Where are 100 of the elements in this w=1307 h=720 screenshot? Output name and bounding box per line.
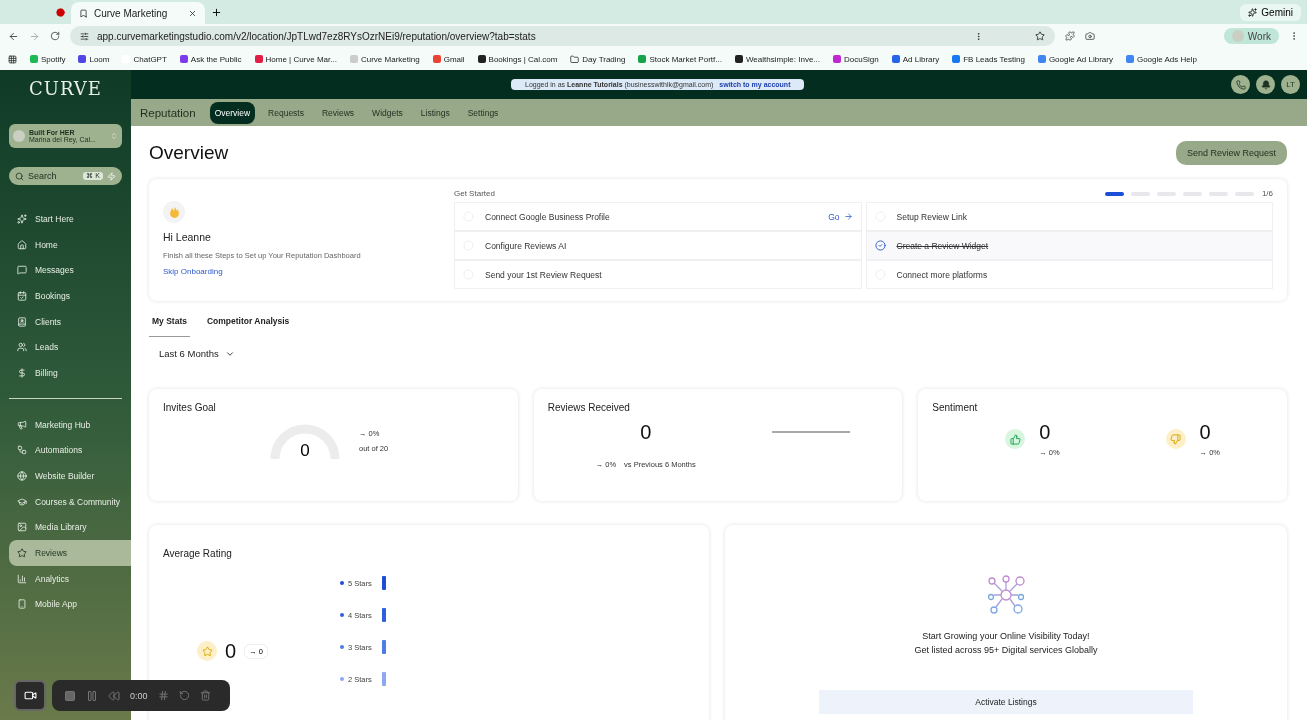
bookmark[interactable]: Google Ads Help [1125,54,1197,64]
stats-tab[interactable]: Competitor Analysis [203,312,293,337]
notifications-button[interactable] [1256,75,1275,94]
bookmark[interactable]: DocuSign [833,54,879,64]
listings-text: Get listed across 95+ Digital services Globally [914,644,1098,658]
bookmark[interactable]: Loom [78,54,110,64]
card-title: Invites Goal [163,402,217,413]
bookmark[interactable]: Curve Marketing [349,54,420,64]
nav-icon [17,367,27,378]
bookmark[interactable]: Bookings | Cal.com [477,54,558,64]
rewind-icon[interactable] [108,689,120,702]
nav-tab[interactable]: Requests [263,101,309,124]
trash-icon[interactable] [199,690,211,701]
new-tab-icon[interactable] [211,6,222,18]
camera-button[interactable] [14,680,46,711]
period-dropdown[interactable]: Last 6 Months [159,348,1287,359]
favicon [477,55,486,63]
sidebar-item[interactable]: Reviews [9,540,131,566]
sidebar-item[interactable]: Bookings [9,283,122,309]
bell-icon [1260,79,1271,90]
nav-tab[interactable]: Settings [462,101,504,124]
phone-button[interactable] [1231,75,1250,94]
favicon [349,55,358,63]
stat-value: 0 [640,421,652,444]
profile-button[interactable]: Work [1223,28,1279,44]
stop-icon[interactable] [64,689,76,702]
record-icon [56,7,65,17]
sidebar-item[interactable]: Home [9,231,122,258]
camera-icon[interactable] [1085,31,1095,41]
sidebar-item[interactable]: Media Library [9,514,122,541]
go-link[interactable]: Go [828,211,853,222]
grid-icon[interactable] [157,690,169,701]
nav-icon [17,522,27,533]
reload-icon[interactable] [50,31,60,41]
search-icon [15,171,24,181]
sidebar-item[interactable]: Billing [9,360,122,386]
onboarding-task[interactable]: Setup Review Link [865,202,1273,231]
favicon [179,55,188,63]
favicon [432,55,441,63]
sparkle-icon [1248,7,1258,17]
bookmark[interactable]: Ad Library [891,54,940,64]
rating-bar [381,608,386,622]
close-icon[interactable] [188,8,197,18]
bookmark[interactable]: Wealthsimple: Inve... [734,54,821,64]
restart-icon[interactable] [178,690,190,701]
sidebar-item[interactable]: Courses & Community [9,488,122,515]
onboarding-task[interactable]: Configure Reviews AI [454,231,862,260]
chevrons-icon [110,132,118,140]
sidebar-item[interactable]: Automations [9,437,122,464]
favicon [734,55,743,63]
nav-tab[interactable]: Overview [209,101,256,124]
send-review-request-button[interactable]: Send Review Request [1175,141,1287,165]
nav-icon [17,599,27,610]
sidebar-item[interactable]: Marketing Hub [9,411,122,438]
bookmark[interactable]: Gmail [432,54,465,64]
favicon [638,55,647,63]
bookmark[interactable]: Ask the Public [179,54,242,64]
bookmark[interactable]: ChatGPT [122,54,167,64]
arrow-icon [843,212,853,221]
favicon [254,55,263,63]
onboarding-task[interactable]: Send your 1st Review Request [454,260,862,289]
sidebar-item[interactable]: Website Builder [9,463,122,489]
bookmark[interactable]: FB Leads Testing [952,54,1025,64]
lightning-icon[interactable] [107,171,116,181]
sidebar-item[interactable]: Messages [9,257,122,284]
thumbs-down-icon [1165,429,1186,449]
nav-tab[interactable]: Reviews [317,101,360,124]
bookmark[interactable]: Home | Curve Mar... [254,54,337,64]
rating-value: 0 [225,639,237,663]
onboarding-task[interactable]: Create a Review Widget [865,231,1273,260]
nav-tab[interactable]: Listings [415,101,455,124]
bookmark[interactable]: Stock Market Portf... [638,54,722,64]
onboarding-task[interactable]: Connect more platforms [865,260,1273,289]
pause-icon[interactable] [86,689,98,702]
back-icon[interactable] [8,30,19,42]
page-count: 1/6 [1261,189,1273,198]
nav-icon [17,573,27,584]
sidebar-item[interactable]: Mobile App [9,591,122,618]
sidebar-item[interactable]: Analytics [9,565,122,592]
browser-tab[interactable]: Curve Marketing [71,2,205,24]
bookmark[interactable]: Spotify [30,54,66,64]
gemini-button[interactable]: Gemini [1240,3,1301,21]
page-indicator[interactable] [1104,191,1124,196]
extensions-icon[interactable] [1065,31,1075,41]
sidebar-item[interactable]: Clients [9,308,122,335]
skip-onboarding-link[interactable]: Skip Onboarding [163,267,454,276]
address-bar[interactable]: app.curvemarketingstudio.com/v2/location/JpTLwd7ez8RYsOzrNEi9/reputation/overview?tab=stats [70,26,1055,46]
user-avatar[interactable]: LT [1281,75,1300,94]
forward-icon[interactable] [29,30,40,42]
sidebar-item[interactable]: Leads [9,334,122,361]
sidebar-item[interactable]: Start Here [9,206,122,232]
greeting: Hi Leanne [163,231,212,243]
bookmark[interactable]: Google Ad Library [1037,54,1113,64]
bookmark[interactable]: Day Trading [570,54,626,64]
stats-tab[interactable]: My Stats [149,312,190,337]
apps-icon[interactable] [8,54,17,64]
activate-listings-button[interactable]: Activate Listings [819,689,1193,714]
onboarding-task[interactable]: Connect Google Business Profile Go [454,202,862,231]
page-icon [79,8,88,18]
nav-tab[interactable]: Widgets [367,101,408,124]
